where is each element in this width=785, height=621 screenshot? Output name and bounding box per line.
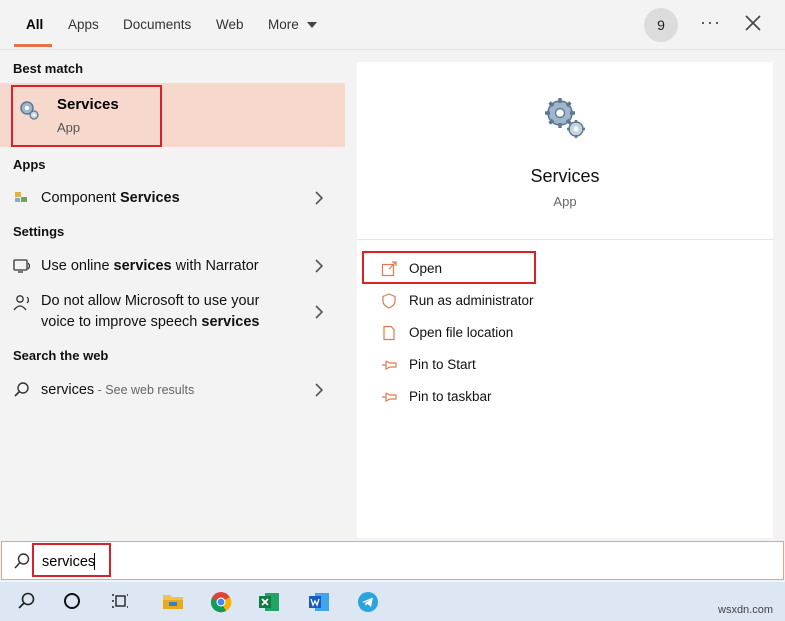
chevron-right-icon: [315, 259, 324, 273]
speech-setting-label: Do not allow Microsoft to use your voice…: [41, 291, 259, 333]
shield-icon: [382, 293, 396, 309]
action-open-file-location[interactable]: Open file location: [357, 320, 773, 346]
speech-privacy-icon: [13, 295, 30, 311]
label-part: voice to improve speech: [41, 314, 202, 330]
preview-pane: Services App Open Run as administrator O…: [357, 62, 773, 538]
taskbar-word[interactable]: [298, 582, 338, 621]
search-icon: [14, 382, 29, 397]
label-match: Services: [120, 190, 180, 206]
taskbar-chrome[interactable]: [200, 582, 240, 621]
results-list: Best match Services App Apps Component S…: [0, 50, 345, 540]
web-results-hint: - See web results: [94, 383, 195, 397]
best-match-heading: Best match: [13, 61, 84, 76]
chevron-right-icon: [315, 383, 324, 397]
cortana-icon: [64, 593, 80, 609]
label-match: services: [113, 258, 172, 274]
taskbar-search-button[interactable]: [6, 582, 46, 621]
apps-heading: Apps: [13, 157, 46, 172]
callout-box-search: [32, 543, 111, 577]
component-services-label: Component Services: [41, 188, 180, 209]
action-pin-to-start-label: Pin to Start: [409, 357, 476, 372]
pin-icon: [382, 360, 397, 370]
list-item-component-services[interactable]: Component Services: [0, 184, 345, 212]
web-search-label: services - See web results: [41, 380, 194, 401]
callout-box-best-match: [11, 85, 162, 147]
close-icon[interactable]: [744, 14, 762, 32]
services-gear-icon: [545, 98, 585, 138]
preview-subtitle: App: [553, 194, 577, 209]
search-icon: [14, 553, 30, 569]
action-open-file-location-label: Open file location: [409, 325, 514, 340]
tab-web[interactable]: Web: [216, 17, 244, 32]
chevron-right-icon: [315, 191, 324, 205]
list-item-narrator-services[interactable]: Use online services with Narrator: [0, 252, 345, 280]
pin-icon: [382, 392, 397, 402]
web-query: services: [41, 382, 95, 398]
active-tab-indicator: [14, 44, 52, 47]
search-filter-bar: All Apps Documents Web More 9 ···: [0, 0, 785, 50]
search-box[interactable]: [1, 541, 784, 580]
search-icon: [18, 592, 35, 609]
tab-apps[interactable]: Apps: [68, 17, 99, 32]
label-part: with Narrator: [171, 258, 259, 274]
action-pin-to-start[interactable]: Pin to Start: [357, 352, 773, 378]
excel-icon: [259, 593, 279, 611]
taskbar-task-view-button[interactable]: [100, 582, 140, 621]
narrator-icon: [13, 259, 31, 273]
list-item-web-search[interactable]: services - See web results: [0, 376, 345, 404]
search-web-heading: Search the web: [13, 348, 109, 363]
taskbar-telegram[interactable]: [347, 582, 387, 621]
action-pin-to-taskbar-label: Pin to taskbar: [409, 389, 492, 404]
label-part: Component: [41, 190, 120, 206]
tab-all[interactable]: All: [26, 17, 43, 32]
file-explorer-icon: [163, 595, 183, 609]
label-line: Do not allow Microsoft to use your: [41, 293, 260, 309]
chevron-right-icon: [315, 305, 324, 319]
taskbar-cortana-button[interactable]: [52, 582, 92, 621]
component-services-icon: [15, 192, 27, 202]
label-part: Use online: [41, 258, 114, 274]
label-match: services: [201, 314, 260, 330]
callout-box-open: [362, 251, 536, 284]
taskbar: [0, 582, 785, 621]
taskbar-file-explorer[interactable]: [152, 582, 192, 621]
action-run-as-admin-label: Run as administrator: [409, 293, 534, 308]
more-options-icon[interactable]: ···: [700, 12, 721, 33]
action-pin-to-taskbar[interactable]: Pin to taskbar: [357, 384, 773, 410]
list-item-speech-services[interactable]: Do not allow Microsoft to use your voice…: [0, 290, 345, 336]
tab-documents[interactable]: Documents: [123, 17, 191, 32]
tab-more-label: More: [268, 17, 299, 32]
action-run-as-admin[interactable]: Run as administrator: [357, 288, 773, 314]
word-icon: [309, 593, 329, 611]
task-view-icon: [112, 594, 128, 608]
taskbar-excel[interactable]: [248, 582, 288, 621]
rewards-badge[interactable]: 9: [644, 8, 678, 42]
narrator-setting-label: Use online services with Narrator: [41, 256, 259, 277]
chrome-icon: [211, 592, 232, 613]
label-line: voice to improve speech services: [41, 312, 259, 333]
divider: [357, 239, 773, 240]
telegram-icon: [358, 592, 378, 612]
tab-more[interactable]: More: [268, 17, 317, 32]
caret-down-icon: [306, 21, 317, 28]
watermark-text: wsxdn.com: [718, 604, 774, 616]
folder-icon: [383, 325, 395, 341]
settings-heading: Settings: [13, 224, 65, 239]
preview-title: Services: [530, 166, 600, 186]
